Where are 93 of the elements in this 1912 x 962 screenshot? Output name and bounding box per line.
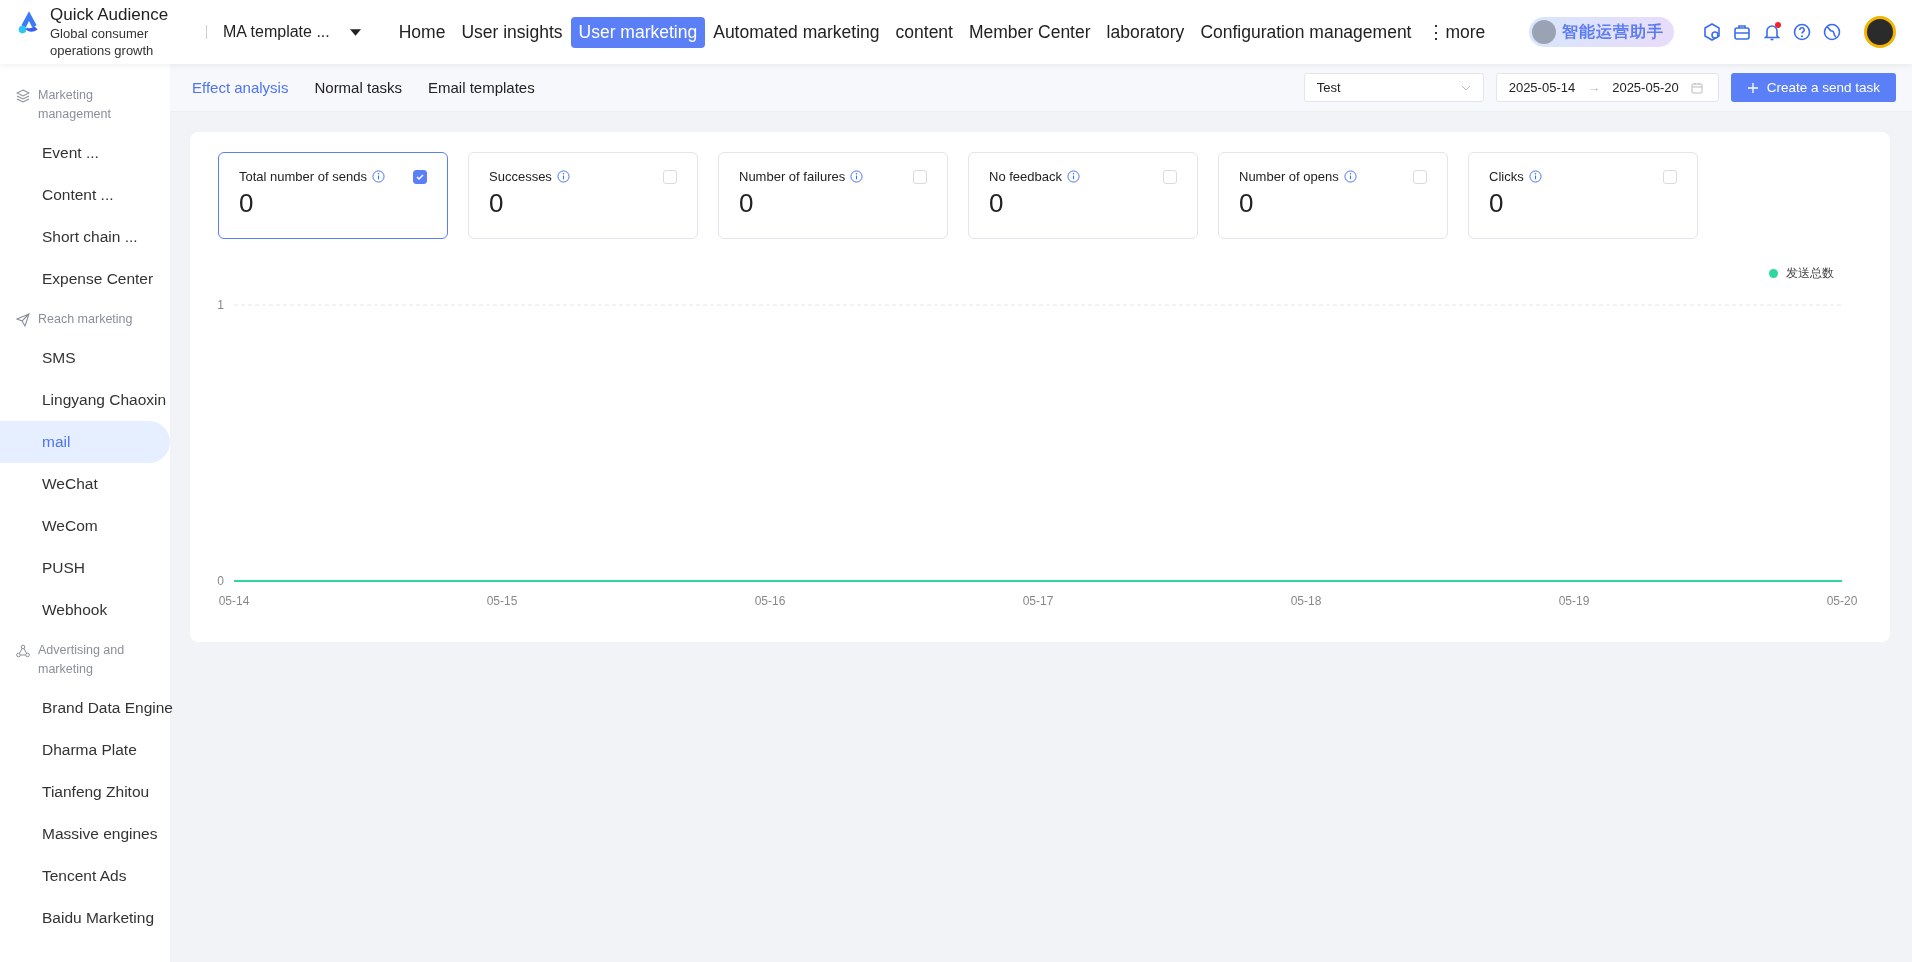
- metric-label: No feedback: [989, 169, 1062, 184]
- info-icon[interactable]: [1067, 170, 1080, 183]
- start-date: 2025-05-14: [1508, 80, 1576, 95]
- metric-label: Number of opens: [1239, 169, 1339, 184]
- end-date: 2025-05-20: [1612, 80, 1679, 95]
- info-icon[interactable]: [1343, 170, 1357, 183]
- nav-tab[interactable]: Home: [390, 16, 454, 48]
- x-axis-label: 05-16: [754, 594, 786, 608]
- tab[interactable]: Email templates: [422, 75, 541, 100]
- sidebar-group-label: Marketing management: [38, 87, 112, 123]
- sidebar-item[interactable]: Event ...: [0, 132, 170, 174]
- sidebar-item[interactable]: mail: [0, 421, 170, 463]
- legend-label[interactable]: 发送总数: [1786, 265, 1834, 282]
- info-icon[interactable]: [556, 170, 570, 183]
- sidebar-item[interactable]: WeChat: [0, 463, 170, 505]
- help-icon[interactable]: [1792, 22, 1812, 42]
- info-icon[interactable]: [1528, 170, 1542, 183]
- sidebar-item[interactable]: Content ...: [0, 174, 170, 216]
- x-axis-label: 05-14: [218, 594, 250, 608]
- metric-card[interactable]: Clicks 0: [1468, 152, 1698, 239]
- caret-icon: [349, 28, 361, 36]
- hexagon-icon[interactable]: [1702, 22, 1722, 42]
- sidebar-group-label: Advertising and marketing: [38, 642, 126, 678]
- metric-label: Successes: [489, 169, 552, 184]
- product-name: Quick Audience: [50, 5, 170, 25]
- notification-dot: [1775, 22, 1781, 28]
- metric-value: 0: [739, 188, 755, 219]
- sidebar-item[interactable]: PUSH: [0, 547, 170, 589]
- nav-tab[interactable]: laboratory: [1098, 16, 1193, 48]
- sidebar-item[interactable]: Lingyang Chaoxin: [0, 379, 170, 421]
- x-axis-label: 05-20: [1826, 594, 1858, 608]
- metric-value: 0: [239, 188, 255, 219]
- filter-select[interactable]: Test: [1303, 73, 1484, 102]
- metric-card[interactable]: Number of opens 0: [1218, 152, 1448, 239]
- product-tagline: Global consumer operations growth: [50, 25, 155, 59]
- create-send-task-button[interactable]: Create a send task: [1730, 73, 1896, 102]
- y-axis-label: 1: [217, 298, 224, 312]
- metric-label: Clicks: [1489, 169, 1524, 184]
- sidebar-item[interactable]: SMS: [0, 337, 170, 379]
- sidebar-item[interactable]: Tencent Ads: [0, 855, 170, 897]
- workspace-dropdown[interactable]: MA template ...: [217, 23, 367, 41]
- sidebar-item[interactable]: Baidu Marketing: [0, 897, 170, 939]
- filter-value: Test: [1316, 80, 1341, 95]
- metric-label: Number of failures: [739, 169, 846, 184]
- metric-value: 0: [1239, 188, 1255, 219]
- sidebar-item[interactable]: WeCom: [0, 505, 170, 547]
- nav-tab[interactable]: Automated marketing: [705, 16, 888, 48]
- sidebar-item[interactable]: Short chain ...: [0, 216, 170, 258]
- x-axis-label: 05-15: [486, 594, 518, 608]
- x-axis-label: 05-18: [1290, 594, 1322, 608]
- chevron-down-icon: [1460, 84, 1471, 91]
- info-icon[interactable]: [850, 170, 864, 183]
- more-menu[interactable]: ⋮more: [1419, 16, 1494, 48]
- checkbox[interactable]: [413, 169, 427, 184]
- send-icon: [16, 313, 30, 327]
- metric-value: 0: [489, 188, 505, 219]
- calendar-icon: [1690, 81, 1703, 94]
- x-axis-label: 05-17: [1022, 594, 1054, 608]
- notifications-icon[interactable]: [1762, 22, 1782, 42]
- user-avatar[interactable]: [1864, 16, 1896, 48]
- sidebar-item[interactable]: Massive engines: [0, 813, 170, 855]
- briefcase-icon[interactable]: [1732, 22, 1752, 42]
- nodes-icon: [16, 644, 30, 658]
- nav-tab[interactable]: content: [887, 16, 961, 48]
- checkmark-icon: [415, 171, 425, 182]
- plus-icon: [1746, 81, 1759, 94]
- y-axis-label: 0: [217, 574, 224, 588]
- metric-card[interactable]: Successes 0: [468, 152, 698, 239]
- info-icon[interactable]: [371, 170, 385, 183]
- nav-tab[interactable]: Member Center: [960, 16, 1099, 48]
- sidebar-item[interactable]: Expense Center: [0, 258, 170, 300]
- range-separator: →: [1587, 80, 1601, 95]
- nav-tab[interactable]: User insights: [453, 16, 571, 48]
- nav-tab[interactable]: Configuration management: [1192, 16, 1420, 48]
- sidebar-item[interactable]: Brand Data Engine: [0, 687, 170, 729]
- sidebar-item[interactable]: Tianfeng Zhitou: [0, 771, 170, 813]
- metric-card[interactable]: No feedback 0: [968, 152, 1198, 239]
- nav-tab[interactable]: User marketing: [570, 16, 706, 48]
- x-axis-label: 05-19: [1558, 594, 1590, 608]
- sidebar-item[interactable]: Webhook: [0, 589, 170, 631]
- metric-card[interactable]: Number of failures 0: [718, 152, 948, 239]
- tab[interactable]: Normal tasks: [308, 75, 408, 100]
- assistant-label: 智能运营助手: [1562, 21, 1664, 43]
- sidebar-group-label: Reach marketing: [38, 311, 134, 328]
- metric-value: 0: [989, 188, 1005, 219]
- date-range-picker[interactable]: 2025-05-14 → 2025-05-20: [1495, 73, 1719, 102]
- avatar-placeholder: [1532, 20, 1556, 44]
- layers-icon: [16, 89, 30, 103]
- metric-value: 0: [1489, 188, 1505, 219]
- tab[interactable]: Effect analysis: [186, 75, 295, 100]
- sidebar-item[interactable]: Dharma Plate: [0, 729, 170, 771]
- metric-label: Total number of sends: [239, 169, 367, 184]
- metric-card[interactable]: Total number of sends 0: [218, 152, 448, 239]
